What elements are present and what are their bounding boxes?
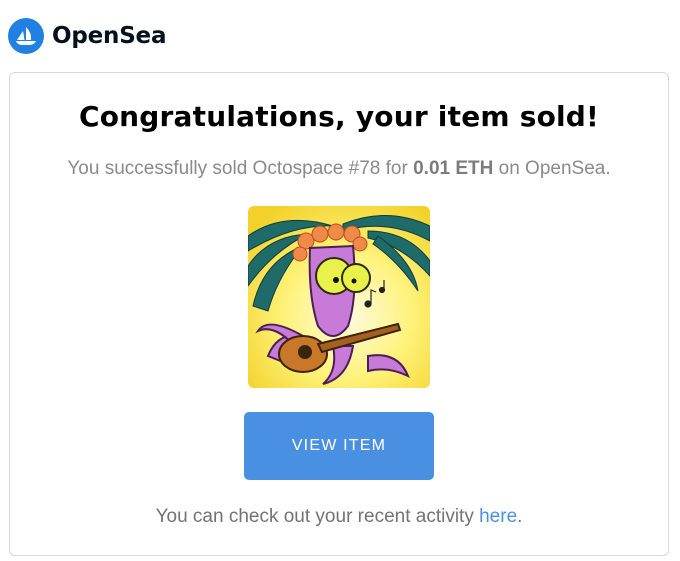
email-header: OpenSea <box>8 16 166 56</box>
sale-message-prefix: You successfully sold Octospace #78 for <box>67 158 414 179</box>
activity-note-prefix: You can check out your recent activity <box>155 506 480 527</box>
sale-message: You successfully sold Octospace #78 for … <box>10 158 668 180</box>
activity-note-suffix: . <box>517 506 523 527</box>
sale-price: 0.01 ETH <box>413 158 494 179</box>
nft-image[interactable] <box>248 206 430 388</box>
sale-message-suffix: on OpenSea. <box>493 158 611 179</box>
activity-note: You can check out your recent activity h… <box>10 506 668 528</box>
notification-card: Congratulations, your item sold! You suc… <box>9 72 669 556</box>
view-item-button[interactable]: VIEW ITEM <box>244 412 434 480</box>
brand-name[interactable]: OpenSea <box>52 23 166 49</box>
opensea-logo-icon[interactable] <box>8 18 44 54</box>
activity-here-link[interactable]: here <box>479 506 517 527</box>
congrats-title: Congratulations, your item sold! <box>78 100 600 133</box>
